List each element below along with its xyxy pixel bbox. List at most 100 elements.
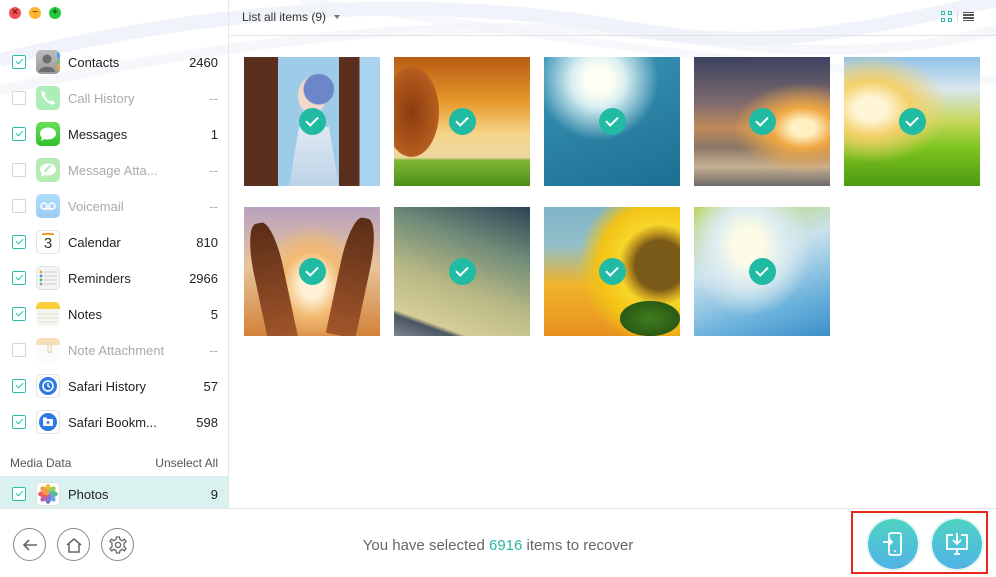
view-toggle xyxy=(941,11,974,22)
selection-status: You have selected 6916 items to recover xyxy=(0,537,996,554)
category-count: 598 xyxy=(196,414,218,430)
category-note-attachment[interactable]: Note Attachment -- xyxy=(0,332,228,368)
selected-check-icon xyxy=(748,108,776,135)
calendar-icon: 3 xyxy=(36,230,60,254)
recover-to-computer-button[interactable] xyxy=(932,519,982,569)
checkbox[interactable] xyxy=(12,199,26,213)
checkbox[interactable] xyxy=(12,235,26,249)
category-list: Contacts 2460 Call History -- Messages 1 xyxy=(0,44,228,440)
category-voicemail[interactable]: Voicemail -- xyxy=(0,188,228,224)
selected-check-icon xyxy=(898,108,926,135)
category-notes[interactable]: Notes 5 xyxy=(0,296,228,332)
selected-check-icon xyxy=(598,108,626,135)
photo-thumbnail-sun-grass[interactable] xyxy=(844,57,980,186)
safari-history-icon xyxy=(36,374,60,398)
recover-to-device-icon xyxy=(883,532,902,556)
checkbox[interactable] xyxy=(12,379,26,393)
category-label: Call History xyxy=(68,90,135,106)
selected-check-icon xyxy=(748,258,776,285)
photo-thumbnail-sea-horizon[interactable] xyxy=(394,207,530,336)
contacts-icon xyxy=(36,50,60,74)
category-label: Photos xyxy=(68,486,109,502)
content-header: List all items (9) xyxy=(230,0,996,36)
checkbox[interactable] xyxy=(12,163,26,177)
list-view-icon[interactable] xyxy=(963,11,974,22)
category-contacts[interactable]: Contacts 2460 xyxy=(0,44,228,80)
phone-icon xyxy=(36,86,60,110)
status-prefix: You have selected xyxy=(362,537,485,554)
window-controls: × − + xyxy=(9,7,61,19)
selected-check-icon xyxy=(448,108,476,135)
category-count: -- xyxy=(209,162,218,178)
category-label: Safari Bookm... xyxy=(68,414,157,430)
category-label: Safari History xyxy=(68,378,147,394)
close-window-button[interactable]: × xyxy=(9,7,21,19)
calendar-day: 3 xyxy=(43,235,53,252)
selected-check-icon xyxy=(298,108,326,135)
footer-bar: You have selected 6916 items to recover xyxy=(0,508,996,577)
checkbox[interactable] xyxy=(12,55,26,69)
safari-bookmarks-icon xyxy=(36,410,60,434)
category-messages[interactable]: Messages 1 xyxy=(0,116,228,152)
list-filter-dropdown[interactable]: List all items (9) xyxy=(242,10,341,24)
category-count: 5 xyxy=(210,306,218,322)
message-attachment-icon xyxy=(36,158,60,182)
category-count: 2966 xyxy=(189,270,218,286)
photo-thumbnail-leaves-sunrays[interactable] xyxy=(694,207,830,336)
category-calendar[interactable]: 3 Calendar 810 xyxy=(0,224,228,260)
checkbox[interactable] xyxy=(12,91,26,105)
selected-check-icon xyxy=(598,258,626,285)
reminders-icon xyxy=(36,266,60,290)
maximize-window-button[interactable]: + xyxy=(49,7,61,19)
selected-check-icon xyxy=(448,258,476,285)
category-count: 9 xyxy=(210,486,218,502)
category-count: 57 xyxy=(203,378,218,394)
category-count: -- xyxy=(209,342,218,358)
category-label: Notes xyxy=(68,306,102,322)
checkbox[interactable] xyxy=(12,343,26,357)
category-label: Messages xyxy=(68,126,128,142)
category-label: Voicemail xyxy=(68,198,124,214)
category-call-history[interactable]: Call History -- xyxy=(0,80,228,116)
category-label: Contacts xyxy=(68,54,120,70)
category-photos[interactable]: Photos 9 xyxy=(0,476,228,512)
grid-view-icon[interactable] xyxy=(941,11,952,22)
messages-icon xyxy=(36,122,60,146)
selected-count: 6916 xyxy=(488,537,523,554)
category-count: 1 xyxy=(210,126,218,142)
recover-to-device-button[interactable] xyxy=(868,519,918,569)
photo-thumbnail-anime-girl[interactable] xyxy=(244,57,380,186)
checkbox[interactable] xyxy=(12,307,26,321)
photo-thumbnail-sun-sky[interactable] xyxy=(544,57,680,186)
category-count: -- xyxy=(209,198,218,214)
checkbox[interactable] xyxy=(12,487,26,501)
category-safari-history[interactable]: Safari History 57 xyxy=(0,368,228,404)
category-count: 2460 xyxy=(189,54,218,70)
photo-thumbnail-sunflower[interactable] xyxy=(544,207,680,336)
unselect-all-link[interactable]: Unselect All xyxy=(155,456,218,470)
status-suffix: items to recover xyxy=(526,537,634,554)
checkbox[interactable] xyxy=(12,127,26,141)
notes-icon xyxy=(36,302,60,326)
checkbox[interactable] xyxy=(12,415,26,429)
category-label: Message Atta... xyxy=(68,162,158,178)
category-label: Calendar xyxy=(68,234,121,250)
checkbox[interactable] xyxy=(12,271,26,285)
category-message-attachments[interactable]: Message Atta... -- xyxy=(0,152,228,188)
photo-thumbnail-hands-sunset[interactable] xyxy=(244,207,380,336)
minimize-window-button[interactable]: − xyxy=(29,7,41,19)
sidebar: Contacts 2460 Call History -- Messages 1 xyxy=(0,0,229,512)
voicemail-icon xyxy=(36,194,60,218)
list-filter-label: List all items (9) xyxy=(242,10,327,24)
view-divider xyxy=(957,11,958,22)
category-count: 810 xyxy=(196,234,218,250)
category-count: -- xyxy=(209,90,218,106)
category-reminders[interactable]: Reminders 2966 xyxy=(0,260,228,296)
recover-to-computer-icon xyxy=(946,533,968,555)
category-safari-bookmarks[interactable]: Safari Bookm... 598 xyxy=(0,404,228,440)
note-attachment-icon xyxy=(36,338,60,362)
photo-thumbnail-tree-sunset[interactable] xyxy=(394,57,530,186)
photo-thumbnail-sunset-water[interactable] xyxy=(694,57,830,186)
dropdown-caret-icon xyxy=(334,15,341,19)
photo-grid xyxy=(244,57,980,336)
